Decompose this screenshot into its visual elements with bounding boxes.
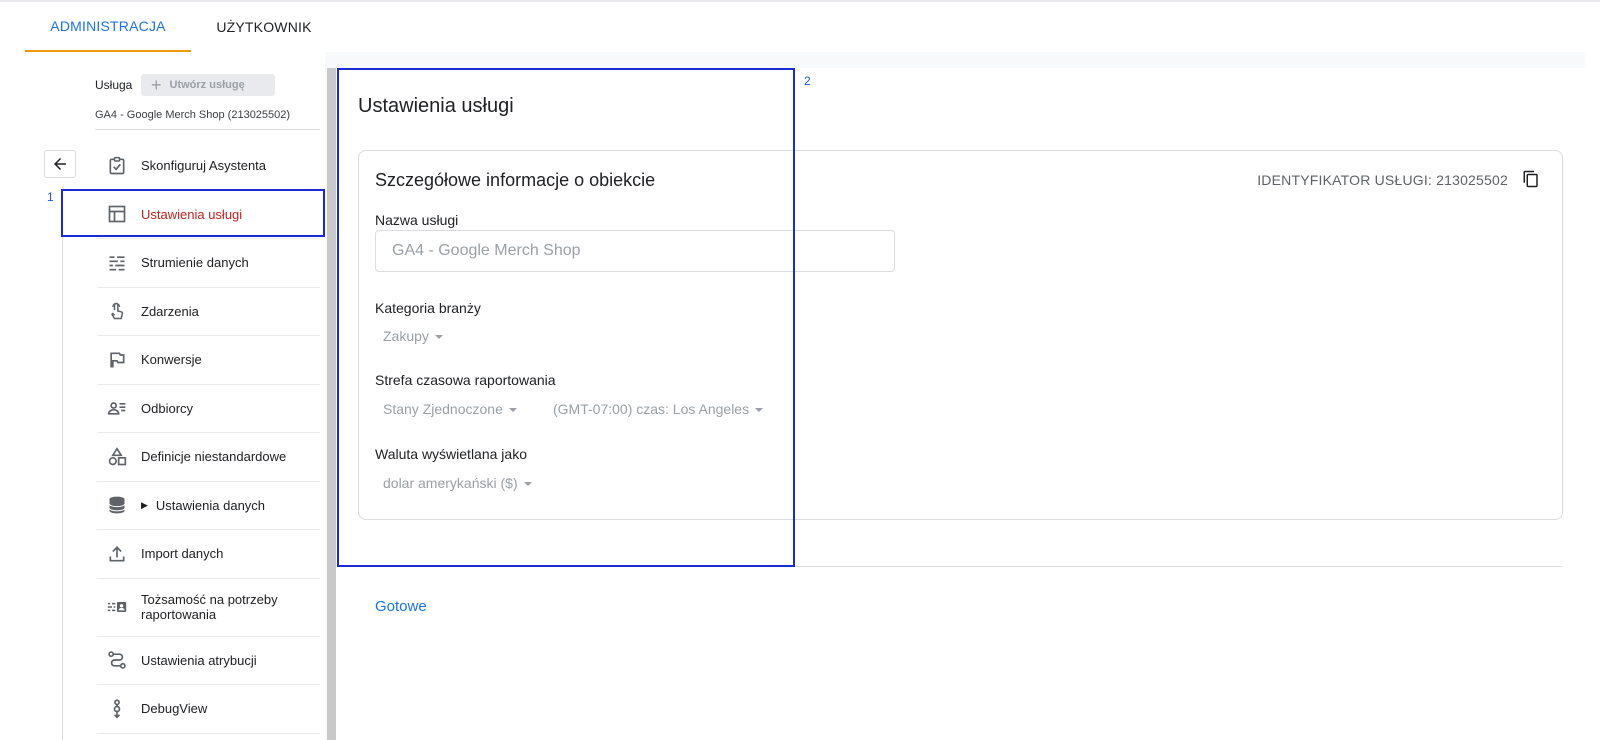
- done-button[interactable]: Gotowe: [375, 598, 427, 615]
- sidebar-item-data-settings[interactable]: ▶ Ustawienia danych: [97, 482, 320, 530]
- sidebar-item-label: Import danych: [141, 546, 224, 562]
- property-label: Usługa: [95, 78, 133, 92]
- timezone-value: (GMT-07:00) czas: Los Angeles: [553, 401, 750, 417]
- sidebar-item-label: DebugView: [141, 701, 208, 717]
- property-details-card: [358, 150, 1563, 520]
- page-title: Ustawienia usługi: [358, 95, 514, 117]
- copy-button[interactable]: [1520, 168, 1542, 190]
- footer-divider: [358, 566, 1563, 567]
- sidebar-item-label: Tożsamość na potrzeby raportowania: [141, 592, 278, 622]
- property-name-label: Nazwa usługi: [375, 212, 459, 228]
- property-selector[interactable]: GA4 - Google Merch Shop (213025502): [95, 109, 290, 121]
- create-property-label: Utwórz usługę: [169, 79, 245, 91]
- industry-dropdown[interactable]: Zakupy: [383, 328, 443, 344]
- flag-icon: [106, 349, 128, 371]
- sidebar-item-label: Zdarzenia: [141, 303, 199, 319]
- annotation-number-1: 1: [47, 190, 54, 204]
- create-property-button[interactable]: + Utwórz usługę: [141, 74, 275, 96]
- identity-icon: [106, 596, 128, 618]
- checklist-icon: [106, 155, 128, 177]
- currency-value: dolar amerykański ($): [383, 475, 518, 491]
- timezone-label: Strefa czasowa raportowania: [375, 372, 556, 388]
- sidebar-item-custom-definitions[interactable]: Definicje niestandardowe: [97, 433, 320, 482]
- sidebar-item-data-import[interactable]: Import danych: [97, 530, 320, 579]
- touch-icon: [106, 300, 128, 322]
- dropdown-caret-icon: [523, 482, 532, 486]
- back-button[interactable]: [44, 150, 76, 178]
- sidebar-item-label: Ustawienia danych: [155, 497, 266, 513]
- copy-icon: [1523, 170, 1538, 188]
- shapes-icon: [106, 446, 128, 468]
- industry-label: Kategoria branży: [375, 300, 481, 316]
- currency-dropdown[interactable]: dolar amerykański ($): [383, 475, 532, 491]
- sidebar-item-audiences[interactable]: Odbiorcy: [97, 385, 320, 433]
- sidebar-item-reporting-identity[interactable]: Tożsamość na potrzeby raportowania: [97, 579, 320, 637]
- country-value: Stany Zjednoczone: [383, 401, 503, 417]
- card-title: Szczegółowe informacje o obiekcie: [375, 170, 656, 190]
- admin-nav: Skonfiguruj Asystenta Ustawienia usługi …: [97, 142, 320, 734]
- sidebar-item-setup-assistant[interactable]: Skonfiguruj Asystenta: [97, 142, 320, 191]
- sidebar-item-conversions[interactable]: Konwersje: [97, 336, 320, 385]
- sidebar-item-label: Ustawienia usługi: [141, 206, 243, 222]
- expand-caret-icon[interactable]: ▶: [141, 500, 148, 511]
- sidebar-item-label: Odbiorcy: [141, 400, 194, 416]
- sidebar-item-label: Strumienie danych: [141, 255, 249, 271]
- dropdown-caret-icon: [434, 335, 443, 339]
- sidebar-item-property-settings[interactable]: Ustawienia usługi: [97, 191, 320, 239]
- property-selector-underline: [95, 129, 320, 130]
- sidebar-item-debugview[interactable]: DebugView: [97, 685, 320, 734]
- panel-splitter[interactable]: [327, 68, 336, 740]
- sidebar-item-attribution-settings[interactable]: Ustawienia atrybucji: [97, 637, 320, 685]
- data-streams-icon: [106, 252, 128, 274]
- sidebar-item-label: Definicje niestandardowe: [141, 449, 287, 465]
- tab-uzytkownik[interactable]: UŻYTKOWNIK: [191, 2, 337, 52]
- upload-icon: [106, 543, 128, 565]
- timezone-dropdown[interactable]: (GMT-07:00) czas: Los Angeles: [553, 401, 764, 417]
- tab-administracja[interactable]: ADMINISTRACJA: [25, 2, 191, 52]
- property-name-input[interactable]: [375, 230, 895, 272]
- nav-guide-line: [62, 194, 63, 740]
- sidebar-item-label: Skonfiguruj Asystenta: [141, 158, 267, 174]
- sidebar-item-label: Ustawienia atrybucji: [141, 652, 257, 668]
- layout-icon: [106, 203, 128, 225]
- plus-icon: +: [151, 75, 162, 95]
- dropdown-caret-icon: [508, 408, 517, 412]
- annotation-number-2: 2: [804, 74, 811, 88]
- sidebar-item-label: Konwersje: [141, 352, 202, 368]
- sidebar-item-data-streams[interactable]: Strumienie danych: [97, 239, 320, 288]
- dropdown-caret-icon: [755, 408, 764, 412]
- arrow-back-icon: [54, 158, 66, 170]
- industry-value: Zakupy: [383, 328, 429, 344]
- sidebar-item-events[interactable]: Zdarzenia: [97, 288, 320, 336]
- admin-tabs: ADMINISTRACJA UŻYTKOWNIK: [25, 2, 337, 52]
- property-id: IDENTYFIKATOR USŁUGI: 213025502: [1257, 172, 1508, 188]
- audience-icon: [106, 397, 128, 419]
- currency-label: Waluta wyświetlana jako: [375, 446, 527, 462]
- debug-icon: [106, 698, 128, 720]
- database-icon: [106, 494, 128, 516]
- attribution-icon: [106, 649, 128, 671]
- country-dropdown[interactable]: Stany Zjednoczone: [383, 401, 517, 417]
